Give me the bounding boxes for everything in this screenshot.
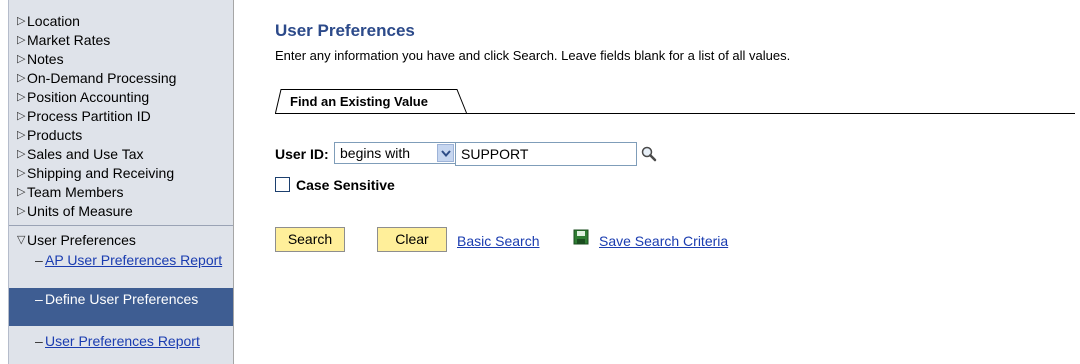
clear-button[interactable]: Clear xyxy=(377,227,447,252)
sidebar-nav: ▷ Location ▷ Market Rates ▷ Notes ▷ On-D… xyxy=(0,0,234,364)
userid-value: SUPPORT xyxy=(461,146,529,162)
userid-label: User ID: xyxy=(275,146,329,162)
collapsed-triangle-icon: ▷ xyxy=(17,91,26,103)
basic-search-link[interactable]: Basic Search xyxy=(457,233,539,249)
sidebar-item-label: User Preferences xyxy=(27,232,136,248)
sidebar-item-label: Team Members xyxy=(27,184,124,200)
sidebar-item-label: On-Demand Processing xyxy=(27,70,177,86)
sidebar-item-label: Position Accounting xyxy=(27,89,150,105)
sidebar-item-label: Process Partition ID xyxy=(27,108,151,124)
save-search-criteria-link[interactable]: Save Search Criteria xyxy=(599,233,728,249)
collapsed-triangle-icon: ▷ xyxy=(17,34,26,46)
sidebar-child-define-user-preferences[interactable]: – Define User Preferences xyxy=(9,288,233,326)
collapsed-triangle-icon: ▷ xyxy=(17,72,26,84)
sidebar-link-user-preferences-report[interactable]: User Preferences Report xyxy=(45,333,200,349)
sidebar-item-label: Sales and Use Tax xyxy=(27,146,144,162)
magnifier-icon[interactable] xyxy=(640,145,658,163)
sidebar-child-ap-user-preferences-report[interactable]: – AP User Preferences Report xyxy=(9,252,233,286)
page-title: User Preferences xyxy=(275,21,415,40)
collapsed-triangle-icon: ▷ xyxy=(17,129,26,141)
sidebar-item-label: Location xyxy=(27,13,80,29)
collapsed-triangle-icon: ▷ xyxy=(17,167,26,179)
chevron-down-icon[interactable] xyxy=(437,144,454,162)
operator-value: begins with xyxy=(340,145,411,161)
child-dash: – xyxy=(35,333,43,349)
tab-label: Find an Existing Value xyxy=(290,94,428,109)
sidebar-item-label: Market Rates xyxy=(27,32,111,48)
instructions-text: Enter any information you have and click… xyxy=(275,48,791,63)
tab-find-existing-value[interactable]: Find an Existing Value xyxy=(275,89,467,114)
sidebar-menu: ▷ Location ▷ Market Rates ▷ Notes ▷ On-D… xyxy=(8,0,233,364)
sidebar-item-label: Define User Preferences xyxy=(45,291,199,307)
tab-bar-divider xyxy=(275,113,1075,114)
expanded-triangle-icon: ▽ xyxy=(17,234,26,246)
sidebar-item-label: Notes xyxy=(27,51,64,67)
sidebar-item-label: Units of Measure xyxy=(27,203,133,219)
collapsed-triangle-icon: ▷ xyxy=(17,110,26,122)
sidebar-item-label: Products xyxy=(27,127,83,143)
child-dash: – xyxy=(35,291,43,307)
case-sensitive-checkbox[interactable] xyxy=(275,177,290,192)
case-sensitive-label: Case Sensitive xyxy=(296,177,395,193)
collapsed-triangle-icon: ▷ xyxy=(17,186,26,198)
collapsed-triangle-icon: ▷ xyxy=(17,53,26,65)
sidebar-item-label: Shipping and Receiving xyxy=(27,165,175,181)
main-content: User Preferences Enter any information y… xyxy=(275,0,1075,364)
search-button[interactable]: Search xyxy=(275,227,345,252)
sidebar-child-user-preferences-report[interactable]: – User Preferences Report xyxy=(9,333,233,364)
sidebar-divider xyxy=(9,225,233,226)
child-dash: – xyxy=(35,252,43,268)
collapsed-triangle-icon: ▷ xyxy=(17,15,26,27)
sidebar-link-ap-user-preferences-report[interactable]: AP User Preferences Report xyxy=(45,252,222,268)
collapsed-triangle-icon: ▷ xyxy=(17,205,26,217)
userid-input[interactable]: SUPPORT xyxy=(455,142,637,166)
collapsed-triangle-icon: ▷ xyxy=(17,148,26,160)
floppy-disk-icon[interactable] xyxy=(573,229,589,245)
userid-operator-select[interactable]: begins with xyxy=(334,142,456,164)
